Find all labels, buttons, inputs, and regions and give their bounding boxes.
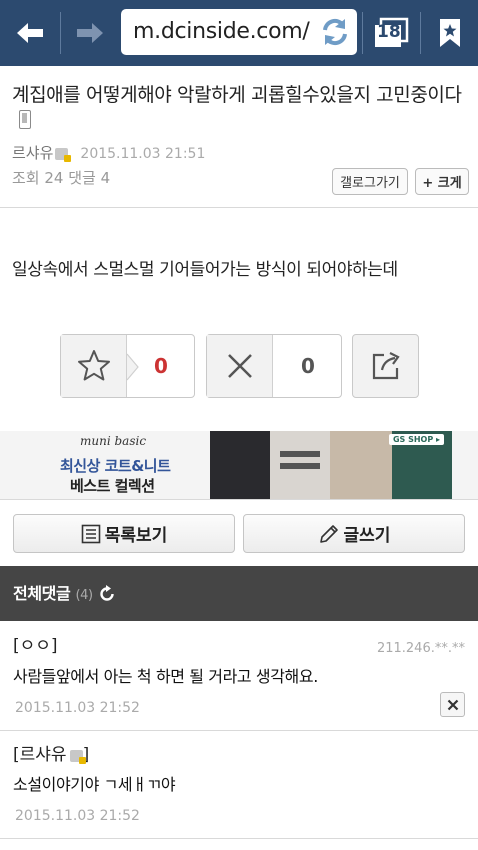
- back-button[interactable]: [0, 0, 60, 66]
- share-button[interactable]: [352, 334, 419, 398]
- comment-text: 소설이야기야 ㄱ세ㅐㄲ야: [13, 775, 176, 794]
- divider: [0, 838, 478, 839]
- list-button-label: 목록보기: [104, 526, 168, 546]
- post-body: 일상속에서 스멀스멀 기어들어가는 방식이 되어야하는데: [12, 260, 398, 280]
- comments-header: 전체댓글 (4): [0, 566, 478, 621]
- member-badge-icon: [69, 750, 86, 764]
- tab-count: 18: [377, 22, 401, 42]
- divider: [0, 499, 478, 500]
- ad-headline: 최신상 코트&니트: [60, 457, 171, 475]
- comment-author-name: [르샤유: [13, 745, 67, 765]
- close-icon: [447, 699, 458, 710]
- tabs-button[interactable]: 18: [363, 0, 419, 66]
- divider: [0, 730, 478, 731]
- upvote-button[interactable]: [61, 335, 127, 397]
- comment-author: [르샤유]: [13, 740, 89, 765]
- mobile-icon: [19, 110, 31, 129]
- bookmark-button[interactable]: [421, 0, 478, 66]
- author-name[interactable]: 르샤유: [12, 144, 53, 162]
- upvote-box: 0: [60, 334, 195, 398]
- comment-author: [ㅇㅇ]: [13, 636, 58, 656]
- browser-toolbar: m.dcinside.com/ 18: [0, 0, 478, 66]
- upvote-count-cell: 0: [127, 335, 195, 397]
- divider: [0, 207, 478, 208]
- downvote-count: 0: [301, 354, 315, 378]
- post-stats: 조회 24 댓글 4: [12, 169, 111, 187]
- downvote-count-cell: 0: [274, 335, 342, 397]
- member-badge-icon: [55, 148, 72, 162]
- share-icon: [372, 352, 400, 380]
- comment-date: 2015.11.03 21:52: [15, 808, 140, 824]
- comment-date: 2015.11.03 21:52: [15, 700, 140, 716]
- pencil-icon: [319, 524, 338, 543]
- downvote-button[interactable]: [207, 335, 273, 397]
- refresh-icon[interactable]: [319, 16, 351, 48]
- ad-brand: muni basic: [80, 434, 147, 448]
- gallog-button[interactable]: 갤로그가기: [332, 168, 408, 195]
- ad-subline: 베스트 컬렉션: [70, 477, 155, 495]
- post-date: 2015.11.03 21:51: [80, 146, 206, 162]
- url-text: m.dcinside.com/: [133, 19, 310, 44]
- write-button-label: 글쓰기: [343, 526, 391, 546]
- comments-count: (4): [75, 588, 93, 603]
- ad-shop-tag: GS SHOP ▸: [388, 434, 444, 445]
- refresh-comments-icon[interactable]: [98, 585, 116, 603]
- back-arrow-icon: [17, 23, 43, 43]
- post-title: 계집애를 어떻게해야 악랄하게 괴롭힐수있을지 고민중이다: [12, 84, 462, 106]
- comment-text: 사람들앞에서 아는 척 하면 될 거라고 생각해요.: [13, 667, 318, 686]
- comment-ip: 211.246.**.**: [376, 641, 465, 656]
- comments-title: 전체댓글: [13, 584, 71, 603]
- list-icon: [81, 524, 101, 543]
- post-meta: 르샤유 2015.11.03 21:51: [12, 142, 205, 163]
- ad-image: GS SHOP ▸: [210, 431, 452, 499]
- x-icon: [227, 354, 252, 378]
- star-icon: [77, 350, 110, 381]
- downvote-box: 0: [206, 334, 342, 398]
- delete-comment-button[interactable]: [440, 692, 465, 717]
- list-button[interactable]: 목록보기: [13, 514, 235, 553]
- upvote-count: 0: [154, 354, 168, 378]
- write-button[interactable]: 글쓰기: [243, 514, 465, 553]
- address-bar[interactable]: m.dcinside.com/: [121, 9, 357, 55]
- forward-button[interactable]: [61, 0, 119, 66]
- enlarge-text-button[interactable]: + 크게: [415, 168, 469, 195]
- bookmark-icon: [439, 19, 460, 47]
- forward-arrow-icon: [77, 23, 103, 43]
